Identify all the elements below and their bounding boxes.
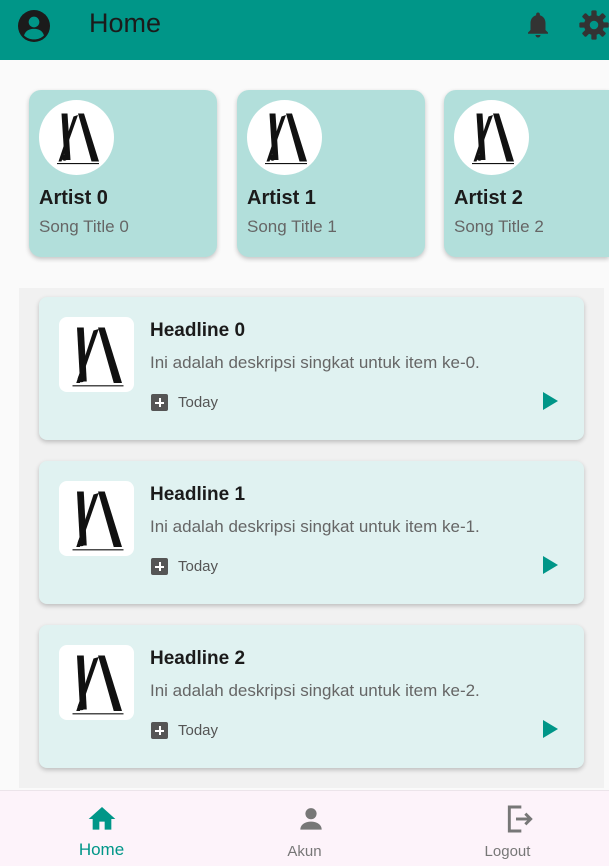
news-list[interactable]: Headline 0 Ini adalah deskripsi singkat … xyxy=(19,288,604,788)
play-icon[interactable] xyxy=(537,553,561,577)
artist-avatar xyxy=(454,100,529,175)
main-content[interactable]: Artist 0 Song Title 0 Artist 1 Song Titl… xyxy=(0,60,609,790)
nav-item-home[interactable]: Home xyxy=(0,791,203,866)
account-circle-icon[interactable] xyxy=(18,10,50,42)
news-thumbnail xyxy=(59,481,134,556)
artist-card[interactable]: Artist 2 Song Title 2 xyxy=(444,90,609,257)
artist-logo-icon xyxy=(472,113,514,165)
nav-item-akun[interactable]: Akun xyxy=(203,791,406,866)
add-box-icon xyxy=(151,394,168,411)
person-icon xyxy=(300,808,322,830)
news-date: Today xyxy=(178,558,219,575)
news-headline: Headline 1 xyxy=(150,484,246,505)
news-card[interactable]: Headline 2 Ini adalah deskripsi singkat … xyxy=(39,625,584,768)
app-bar: Home xyxy=(0,0,609,60)
artist-card[interactable]: Artist 1 Song Title 1 xyxy=(237,90,425,257)
news-date: Today xyxy=(178,394,219,411)
song-title: Song Title 1 xyxy=(247,217,337,236)
nav-item-logout[interactable]: Logout xyxy=(406,791,609,866)
bottom-navigation: Home Akun Logout xyxy=(0,790,609,866)
news-card[interactable]: Headline 0 Ini adalah deskripsi singkat … xyxy=(39,297,584,440)
news-headline: Headline 0 xyxy=(150,320,246,341)
nav-label: Logout xyxy=(484,843,531,860)
artist-name: Artist 0 xyxy=(39,187,108,209)
page-title: Home xyxy=(89,8,162,38)
artist-logo-icon xyxy=(72,491,124,551)
artist-avatar xyxy=(39,100,114,175)
artist-avatar xyxy=(247,100,322,175)
nav-label: Home xyxy=(78,840,125,859)
artist-logo-icon xyxy=(57,113,99,165)
song-title: Song Title 0 xyxy=(39,217,129,236)
add-box-icon xyxy=(151,558,168,575)
play-icon[interactable] xyxy=(537,389,561,413)
song-title: Song Title 2 xyxy=(454,217,544,236)
news-description: Ini adalah deskripsi singkat untuk item … xyxy=(150,353,480,372)
artist-name: Artist 2 xyxy=(454,187,523,209)
play-icon[interactable] xyxy=(537,717,561,741)
news-description: Ini adalah deskripsi singkat untuk item … xyxy=(150,681,480,700)
notifications-icon[interactable] xyxy=(523,10,553,40)
news-description: Ini adalah deskripsi singkat untuk item … xyxy=(150,517,480,536)
logout-icon xyxy=(507,805,533,833)
news-date: Today xyxy=(178,722,219,739)
news-headline: Headline 2 xyxy=(150,648,246,669)
artist-logo-icon xyxy=(72,327,124,387)
add-box-icon xyxy=(151,722,168,739)
home-icon xyxy=(88,807,116,830)
news-thumbnail xyxy=(59,645,134,720)
settings-icon[interactable] xyxy=(578,9,609,41)
news-card[interactable]: Headline 1 Ini adalah deskripsi singkat … xyxy=(39,461,584,604)
news-thumbnail xyxy=(59,317,134,392)
artist-logo-icon xyxy=(72,655,124,715)
artist-name: Artist 1 xyxy=(247,187,316,209)
artist-card[interactable]: Artist 0 Song Title 0 xyxy=(29,90,217,257)
nav-label: Akun xyxy=(287,843,322,860)
artist-logo-icon xyxy=(265,113,307,165)
